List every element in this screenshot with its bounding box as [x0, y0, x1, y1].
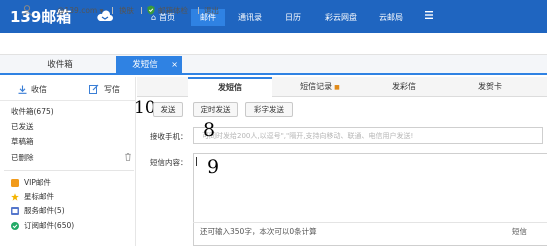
chevron-down-icon: ▾: [99, 6, 104, 15]
folder-service[interactable]: 服务邮件(5): [24, 205, 65, 217]
tab-sms-history[interactable]: 短信记录 ■: [290, 77, 350, 97]
compose-icon: [89, 84, 99, 94]
send-button[interactable]: 发送: [153, 102, 183, 117]
tab-send-card[interactable]: 发贺卡: [460, 77, 520, 97]
compose-button[interactable]: 写信: [104, 84, 120, 95]
divider: [112, 7, 113, 14]
nav-cloud-post[interactable]: 云邮局: [370, 9, 412, 26]
user-email[interactable]: @139.com ▾: [57, 5, 103, 16]
subscription-icon: [11, 222, 19, 230]
tab-send-sms[interactable]: 发短信 ×: [116, 56, 182, 74]
user-icon[interactable]: [22, 5, 32, 16]
vip-icon: [11, 179, 19, 187]
user-bar: [0, 33, 547, 55]
recipient-label: 接收手机：: [150, 132, 188, 141]
folder-drafts[interactable]: 草稿箱: [11, 136, 34, 148]
folder-sent[interactable]: 已发送: [11, 121, 34, 133]
lock-icon: ■: [334, 84, 340, 91]
service-mail-icon: [11, 207, 19, 215]
receive-button[interactable]: 收信: [31, 84, 47, 95]
nav-contacts[interactable]: 通讯录: [230, 9, 270, 26]
folder-inbox[interactable]: 收件箱(675): [11, 106, 54, 118]
divider: [4, 170, 134, 171]
content-label: 短信内容：: [150, 158, 188, 167]
tab-inbox[interactable]: 收件箱: [5, 56, 115, 74]
tab-send-sms-form[interactable]: 发短信: [188, 77, 272, 97]
char-counter: 还可输入350字，本次可以0条计算: [200, 227, 317, 236]
recipient-placeholder: 可同时发给200人,以逗号","隔开,支持向移动、联通、电信用户发送!: [202, 132, 414, 140]
nav-calendar[interactable]: 日历: [277, 9, 309, 26]
folder-vip[interactable]: VIP邮件: [24, 177, 51, 189]
trash-icon[interactable]: [125, 153, 131, 161]
tab-send-mms[interactable]: 发彩信: [374, 77, 434, 97]
folder-starred[interactable]: 星标邮件: [24, 191, 54, 203]
menu-icon[interactable]: [425, 11, 433, 19]
mail-check-link[interactable]: 邮箱体检: [158, 5, 188, 16]
timed-send-button[interactable]: 定时发送: [193, 102, 238, 117]
switch-skin-link[interactable]: 换肤: [119, 5, 134, 16]
nav-cloud-drive[interactable]: 彩云网盘: [317, 9, 365, 26]
download-icon: [18, 85, 27, 94]
divider: [198, 7, 199, 14]
divider: [141, 7, 142, 14]
folder-subscription[interactable]: 订阅邮件(650): [24, 220, 74, 232]
annotation-9: 9: [207, 156, 220, 178]
divider: [193, 222, 547, 223]
color-send-button[interactable]: 彩字发送: [245, 102, 293, 117]
logout-link[interactable]: 退出: [204, 5, 219, 16]
close-icon[interactable]: ×: [171, 56, 178, 74]
folder-deleted[interactable]: 已删除: [11, 152, 34, 164]
sms-counter-label: 短信: [512, 227, 527, 236]
shield-icon: [147, 5, 155, 15]
star-icon: [11, 193, 19, 201]
annotation-8: 8: [203, 119, 216, 141]
text-caret: [196, 157, 197, 166]
